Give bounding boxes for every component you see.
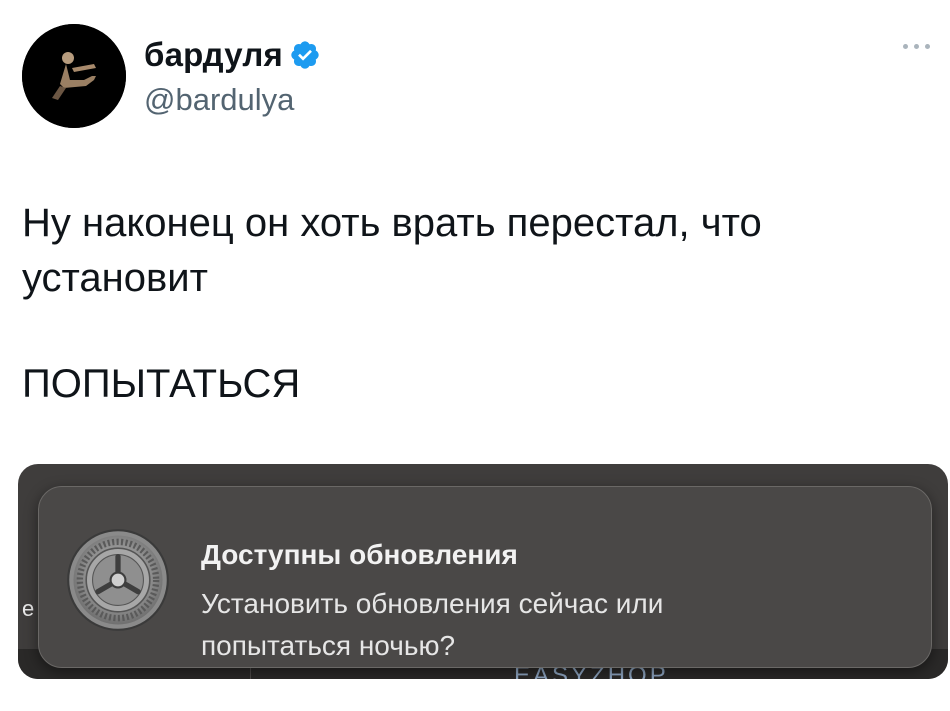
notification-title: Доступны обновления (201, 539, 518, 570)
dot (914, 44, 919, 49)
notification-body-line: попытаться ночью? (201, 630, 456, 661)
post-text: Ну наконец он хоть врать перестал, что у… (22, 196, 902, 306)
author-name-row: бардуля (144, 36, 321, 74)
notification-body: Установить обновления сейчас или попытат… (201, 583, 841, 667)
notification-body-line: Установить обновления сейчас или (201, 588, 664, 619)
system-preferences-gear-icon (67, 529, 169, 631)
background-text-fragment: е (22, 596, 35, 621)
avatar[interactable] (22, 24, 126, 128)
dot (925, 44, 930, 49)
post-text-caps: ПОПЫТАТЬСЯ (22, 362, 301, 406)
dot (903, 44, 908, 49)
post-text-line: Ну наконец он хоть врать перестал, что (22, 201, 762, 245)
avatar-image (22, 24, 126, 128)
attached-screenshot[interactable]: EASYZHOP е Доступны обновления Установит… (18, 464, 948, 679)
verified-badge-icon (291, 41, 319, 69)
author-display-name[interactable]: бардуля (144, 36, 283, 74)
more-options-icon[interactable] (903, 44, 930, 49)
update-notification[interactable]: Доступны обновления Установить обновлени… (38, 486, 932, 668)
post-text-line: установит (22, 256, 208, 300)
author-handle[interactable]: @bardulya (144, 82, 294, 118)
